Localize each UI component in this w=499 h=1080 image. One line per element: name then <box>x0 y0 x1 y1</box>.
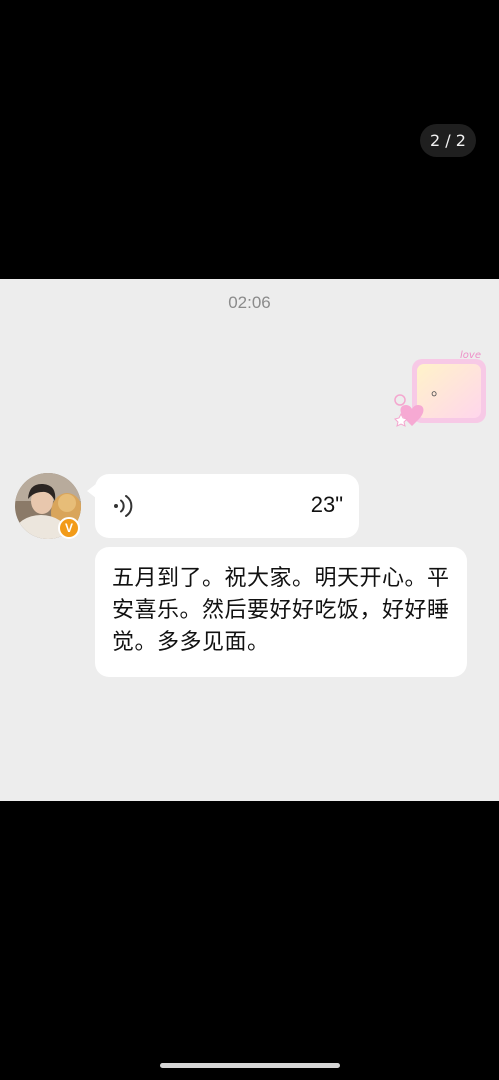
sticker-love-text: love <box>460 350 481 361</box>
home-indicator[interactable] <box>160 1063 340 1068</box>
chat-screenshot: 02:06 love 。 V 23" 五月到了。祝大家。明天开心。平安喜乐。然后… <box>0 279 499 801</box>
sticker-content-text: 。 <box>431 380 447 399</box>
text-message-content: 五月到了。祝大家。明天开心。平安喜乐。然后要好好吃饭，好好睡觉。多多见面。 <box>112 566 450 655</box>
voice-duration: 23" <box>310 492 343 517</box>
voice-waves-icon <box>111 492 135 520</box>
sticker-image[interactable]: love 。 <box>390 349 490 435</box>
text-message-bubble[interactable]: 五月到了。祝大家。明天开心。平安喜乐。然后要好好吃饭，好好睡觉。多多见面。 <box>95 547 467 677</box>
voice-message-bubble[interactable]: 23" <box>87 474 359 538</box>
message-timestamp: 02:06 <box>228 293 271 312</box>
page-counter: 2 / 2 <box>420 124 476 157</box>
verified-badge: V <box>58 517 80 539</box>
